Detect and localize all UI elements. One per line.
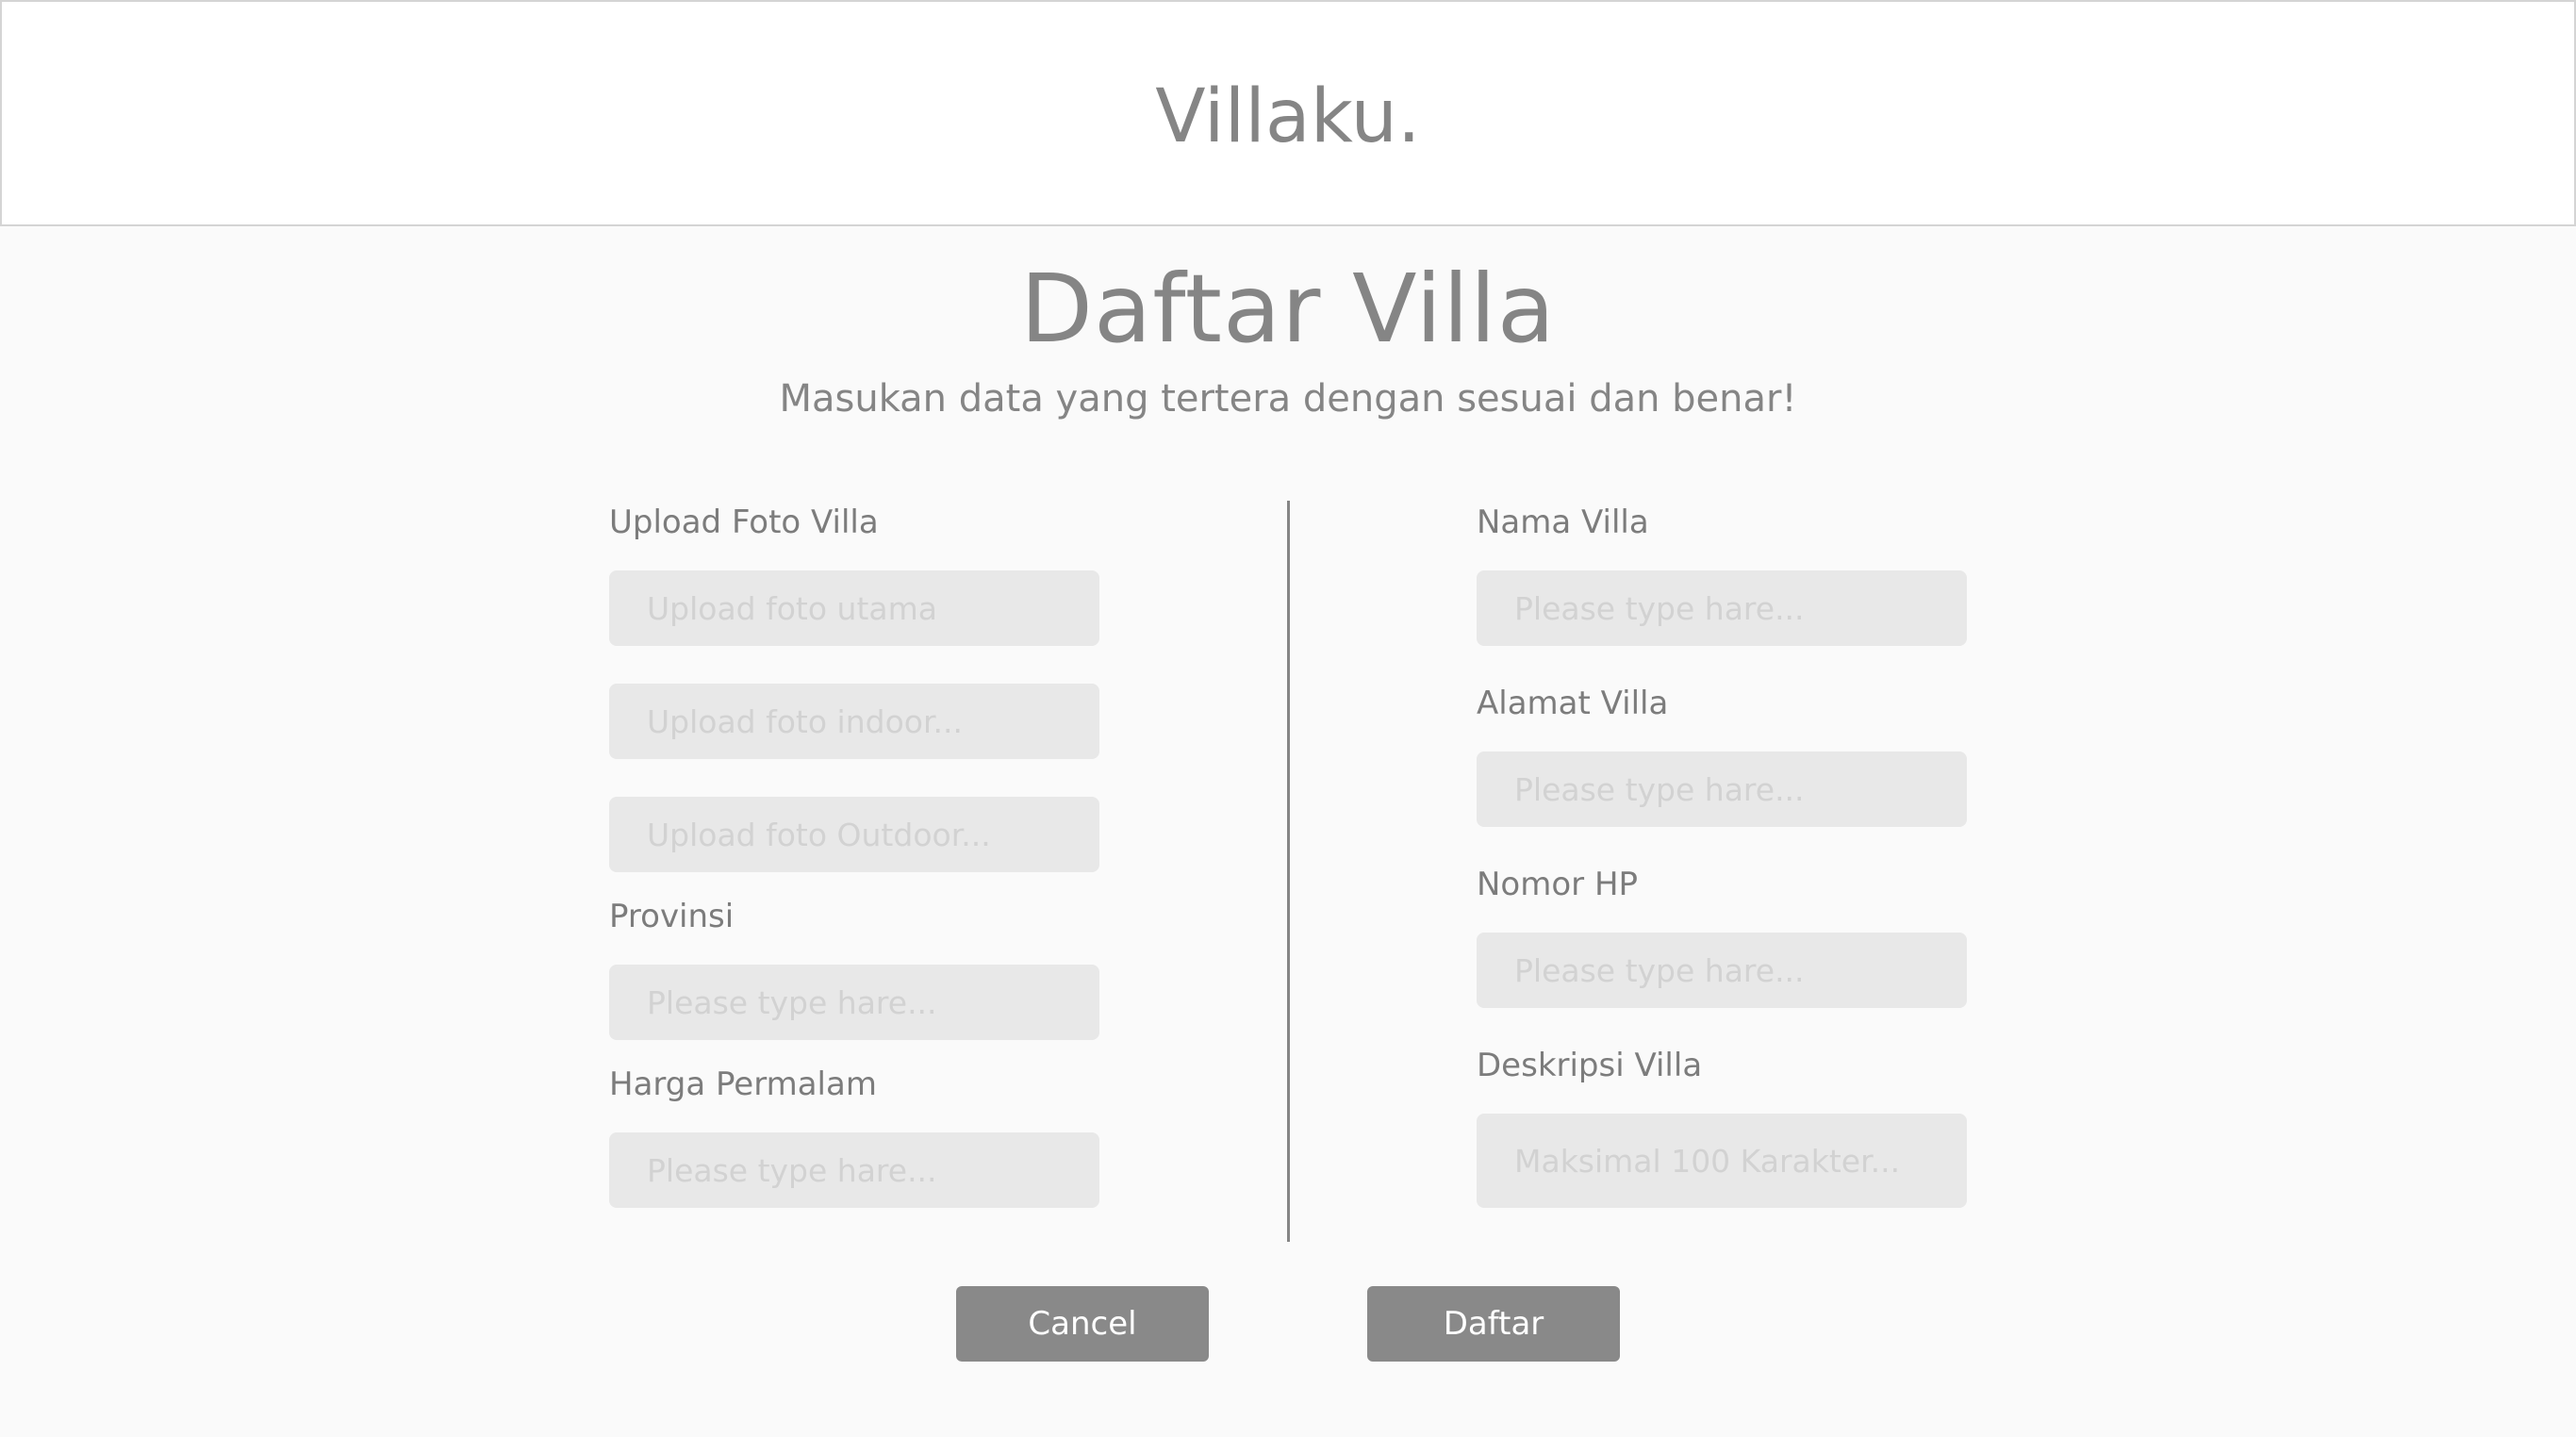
- nama-villa-input[interactable]: [1477, 570, 1967, 646]
- harga-permalam-label: Harga Permalam: [609, 1065, 877, 1103]
- brand-logo-text[interactable]: Villaku.: [2, 70, 2574, 164]
- deskripsi-villa-input[interactable]: [1477, 1114, 1967, 1208]
- harga-permalam-input[interactable]: [609, 1132, 1099, 1208]
- deskripsi-villa-label: Deskripsi Villa: [1477, 1047, 1703, 1084]
- column-divider: [1287, 501, 1290, 1242]
- page-subtitle: Masukan data yang tertera dengan sesuai …: [779, 377, 1797, 421]
- cancel-button[interactable]: Cancel: [956, 1286, 1209, 1362]
- provinsi-input[interactable]: [609, 965, 1099, 1040]
- top-header: Villaku.: [0, 0, 2576, 226]
- provinsi-label: Provinsi: [609, 898, 735, 935]
- alamat-villa-label: Alamat Villa: [1477, 685, 1669, 722]
- upload-main-photo-input[interactable]: [609, 570, 1099, 646]
- upload-indoor-photo-input[interactable]: [609, 684, 1099, 759]
- upload-photo-label: Upload Foto Villa: [609, 504, 879, 541]
- alamat-villa-input[interactable]: [1477, 752, 1967, 827]
- page-title: Daftar Villa: [1020, 254, 1556, 364]
- daftar-submit-button[interactable]: Daftar: [1367, 1286, 1620, 1362]
- upload-outdoor-photo-input[interactable]: [609, 797, 1099, 872]
- nama-villa-label: Nama Villa: [1477, 504, 1649, 541]
- nomor-hp-label: Nomor HP: [1477, 866, 1639, 903]
- nomor-hp-input[interactable]: [1477, 933, 1967, 1008]
